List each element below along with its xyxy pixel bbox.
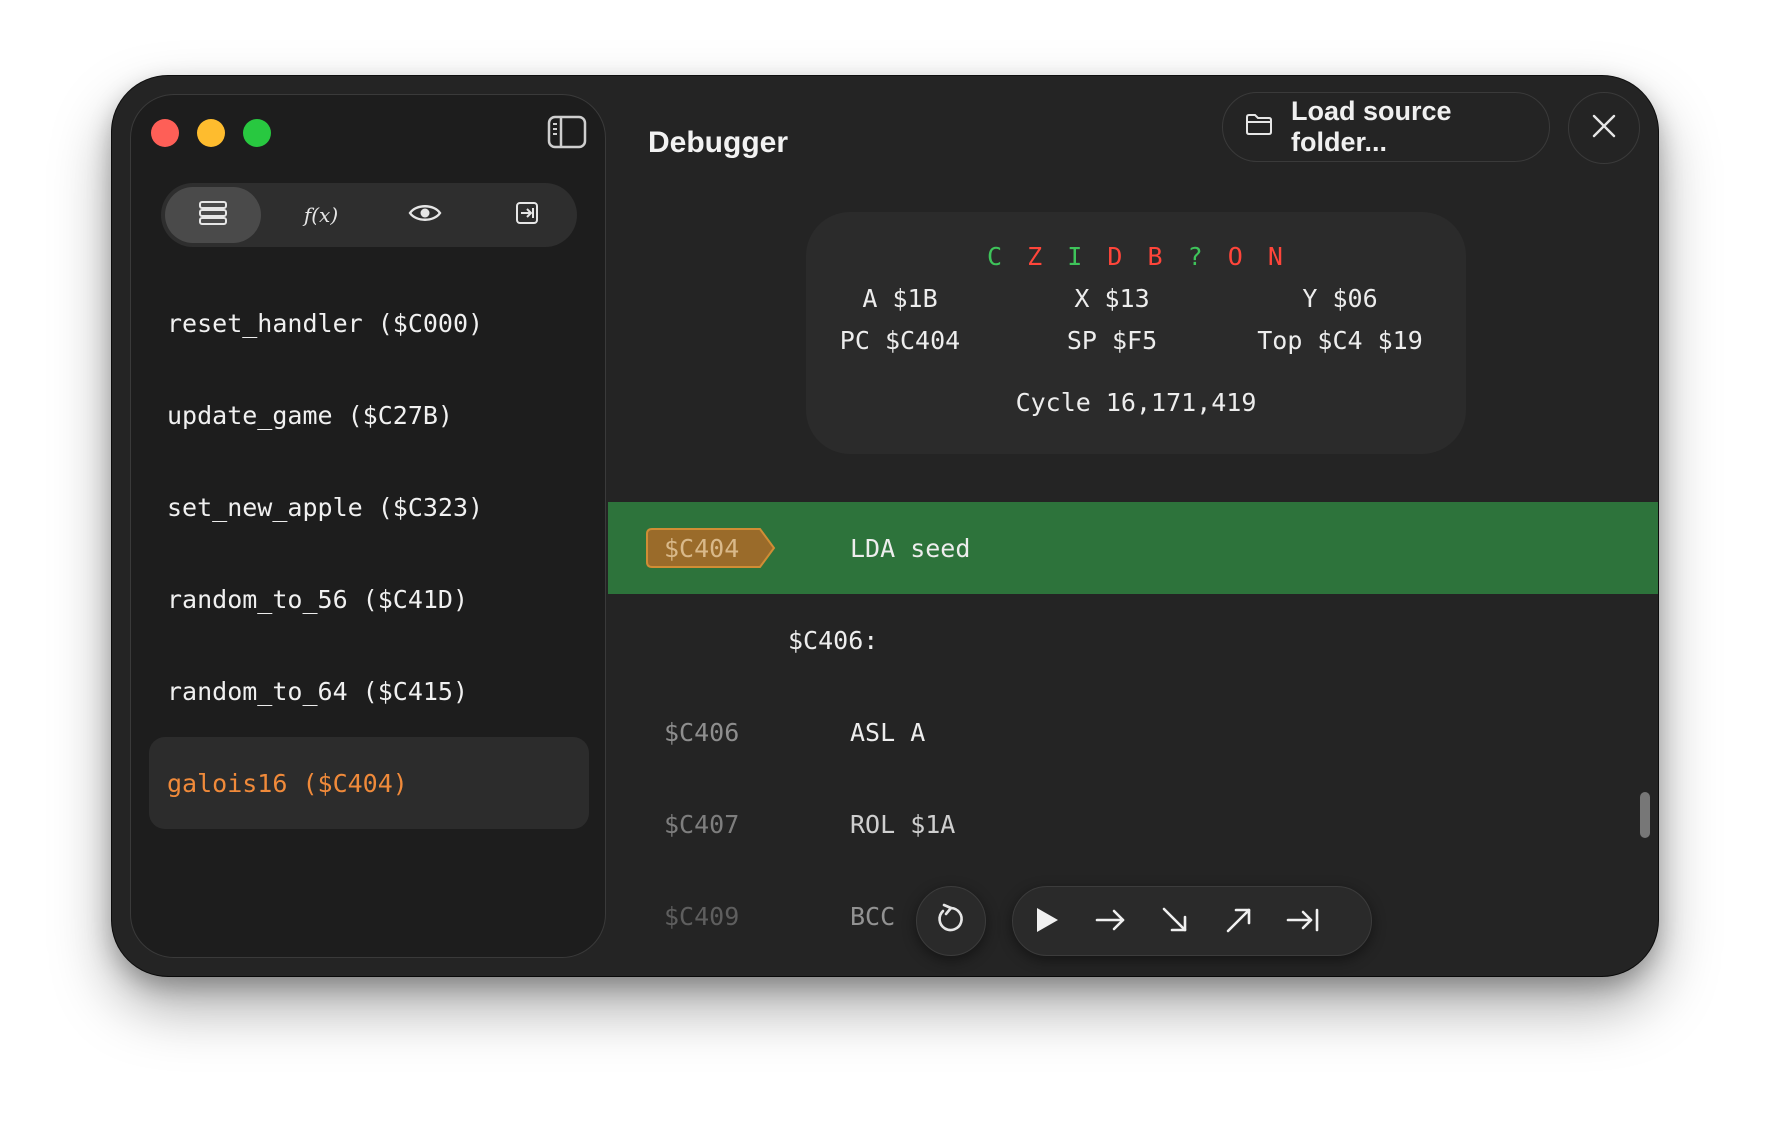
stack-top: Top $C4 $19 — [1257, 326, 1423, 355]
step-into-button[interactable] — [1155, 902, 1195, 942]
address: $C409 — [664, 901, 740, 931]
list-item-selected[interactable]: galois16 ($C404) — [149, 737, 589, 829]
load-source-folder-button[interactable]: Load source folder... — [1222, 92, 1550, 162]
list-icon — [199, 200, 227, 230]
step-to-icon — [515, 201, 539, 230]
tab-functions[interactable]: f(x) — [273, 187, 369, 243]
status-flags: C Z I D B ? O N — [806, 242, 1466, 271]
play-button[interactable] — [1027, 902, 1067, 942]
list-item[interactable]: reset_handler ($C000) — [149, 277, 589, 369]
step-out-icon — [1225, 906, 1253, 939]
tab-symbols[interactable] — [165, 187, 261, 243]
table-row[interactable]: $C407 ROL $1A — [608, 778, 1658, 870]
eye-icon — [408, 202, 442, 229]
instruction: ROL $1A — [850, 809, 956, 839]
flag-z: Z — [1027, 242, 1045, 271]
close-button[interactable] — [1568, 92, 1640, 164]
restart-icon — [934, 902, 968, 941]
table-row[interactable]: $C406 ASL A — [608, 686, 1658, 778]
run-to-cursor-button[interactable] — [1283, 902, 1323, 942]
current-instruction: LDA seed — [850, 533, 971, 563]
address: $C406 — [664, 717, 740, 747]
play-icon — [1034, 906, 1060, 939]
flag-unused: ? — [1187, 242, 1205, 271]
zoom-window-button[interactable] — [243, 119, 271, 147]
flag-c: C — [987, 242, 1005, 271]
step-over-button[interactable] — [1091, 902, 1131, 942]
register-pc: PC $C404 — [839, 326, 961, 355]
step-out-button[interactable] — [1219, 902, 1259, 942]
register-y: Y $06 — [1302, 284, 1378, 313]
current-address: $C404 — [664, 533, 740, 563]
list-item[interactable]: update_game ($C27B) — [149, 369, 589, 461]
register-a: A $1B — [862, 284, 938, 313]
function-icon: f(x) — [303, 203, 339, 227]
register-x: X $13 — [1074, 284, 1150, 313]
close-icon — [1591, 113, 1617, 144]
load-source-folder-label: Load source folder... — [1291, 96, 1452, 157]
sidebar-tab-bar: f(x) — [161, 183, 577, 247]
page-title: Debugger — [648, 126, 789, 159]
code-label: $C406: — [788, 625, 879, 655]
instruction: BCC — [850, 901, 896, 931]
label-row: $C406: — [608, 594, 1658, 686]
restart-button[interactable] — [916, 886, 986, 956]
instruction: ASL A — [850, 717, 926, 747]
step-over-icon — [1095, 908, 1127, 937]
debugger-window: f(x) reset_handler ($C000) update_game (… — [112, 76, 1658, 976]
minimize-window-button[interactable] — [197, 119, 225, 147]
run-to-cursor-icon — [1286, 908, 1320, 937]
tab-breakpoints[interactable] — [479, 187, 575, 243]
folder-icon — [1245, 112, 1273, 143]
address: $C407 — [664, 809, 740, 839]
execution-controls — [1012, 886, 1372, 956]
flag-i: I — [1067, 242, 1085, 271]
flag-d: D — [1107, 242, 1125, 271]
tab-watch[interactable] — [377, 187, 473, 243]
flag-n: N — [1267, 242, 1285, 271]
sidebar-toggle-icon[interactable] — [547, 115, 587, 149]
sidebar: f(x) reset_handler ($C000) update_game (… — [130, 94, 606, 958]
symbol-list: reset_handler ($C000) update_game ($C27B… — [149, 277, 589, 829]
scrollbar-thumb[interactable] — [1640, 792, 1650, 838]
flag-b: B — [1147, 242, 1165, 271]
register-panel: C Z I D B ? O N A $1B X $13 Y $06 PC $C4… — [806, 212, 1466, 454]
flag-o: O — [1227, 242, 1245, 271]
list-item[interactable]: set_new_apple ($C323) — [149, 461, 589, 553]
register-sp: SP $F5 — [1066, 326, 1158, 355]
list-item[interactable]: random_to_56 ($C41D) — [149, 553, 589, 645]
list-item[interactable]: random_to_64 ($C415) — [149, 645, 589, 737]
cycle-counter: Cycle 16,171,419 — [1015, 388, 1257, 417]
step-into-icon — [1161, 906, 1189, 939]
close-window-button[interactable] — [151, 119, 179, 147]
current-instruction-row[interactable]: $C404 LDA seed — [608, 502, 1658, 594]
